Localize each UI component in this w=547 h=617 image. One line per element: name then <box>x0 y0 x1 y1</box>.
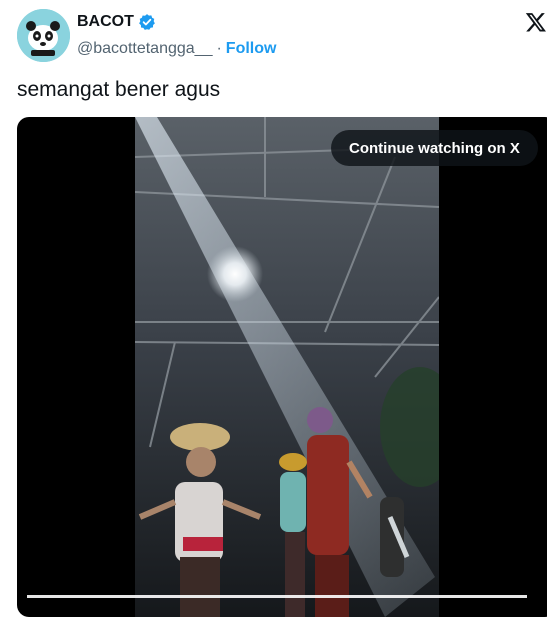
follow-button[interactable]: Follow <box>226 40 277 58</box>
avatar[interactable] <box>17 9 70 62</box>
video-still-image <box>135 117 439 617</box>
tweet-text: semangat bener agus <box>17 78 221 101</box>
video-progress-bar[interactable] <box>27 595 527 598</box>
separator-dot: · <box>216 40 222 57</box>
x-logo-icon[interactable] <box>525 11 547 33</box>
tweet-header: BACOT @bacottetangga__ · Follow <box>0 0 547 70</box>
author-handle-row: @bacottetangga__ · Follow <box>77 40 276 58</box>
author-handle[interactable]: @bacottetangga__ <box>77 40 212 58</box>
verified-badge-icon <box>138 13 156 31</box>
video-player[interactable]: Continue watching on X <box>17 117 547 617</box>
author-name-row: BACOT <box>77 13 156 31</box>
panda-avatar-image <box>17 9 70 62</box>
video-frame[interactable] <box>135 117 439 617</box>
continue-watching-button[interactable]: Continue watching on X <box>331 130 538 166</box>
author-name[interactable]: BACOT <box>77 13 134 31</box>
